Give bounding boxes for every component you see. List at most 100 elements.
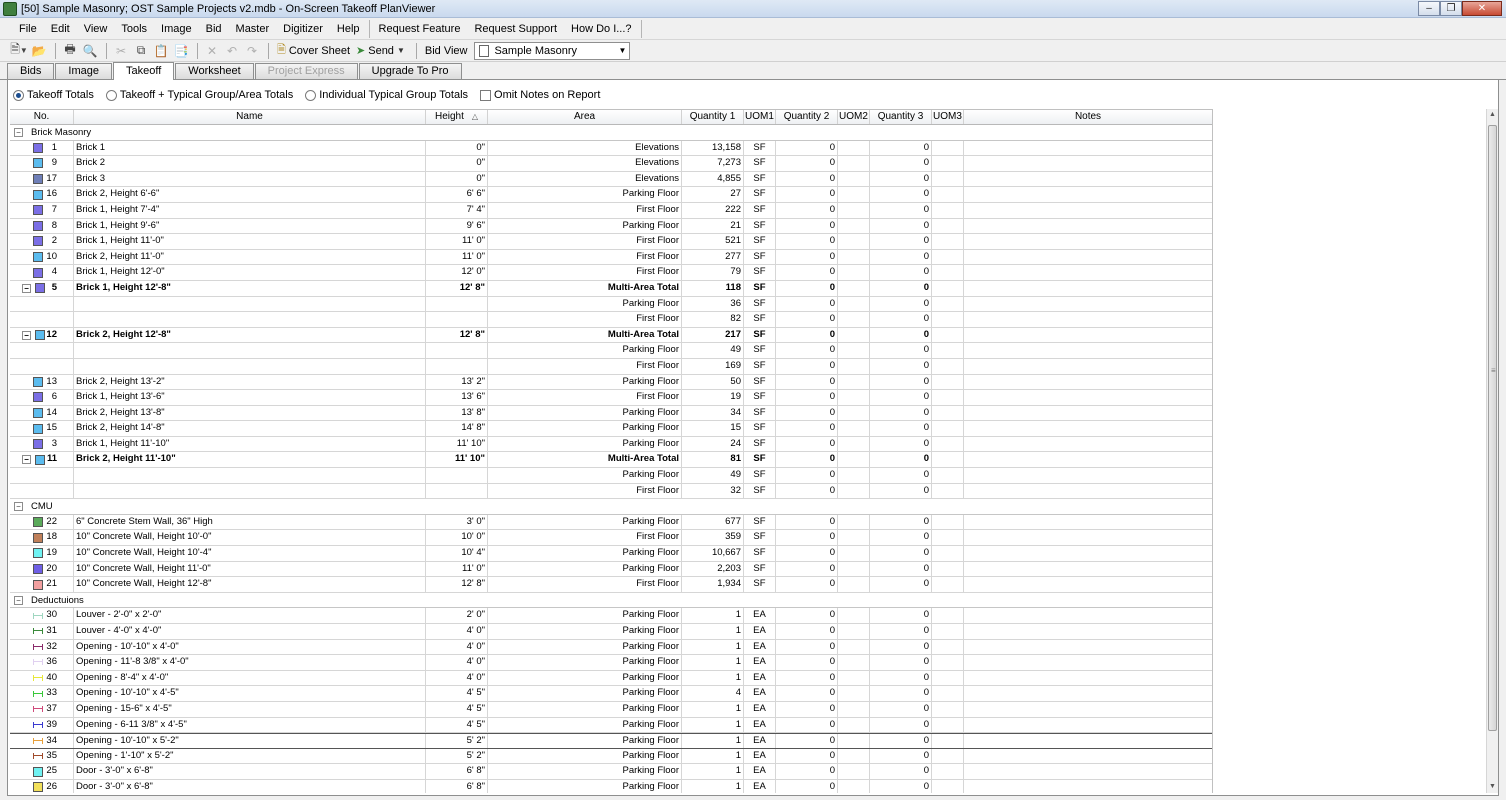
undo-button[interactable]: ↶ [223,42,241,60]
send-button[interactable]: ➤ Send ▼ [353,42,411,60]
collapse-icon[interactable]: − [22,330,31,340]
table-row[interactable]: 32 Opening - 10'-10" x 4'-0" 4' 0" Parking … [10,639,1212,656]
tab-bids[interactable]: Bids [7,63,55,79]
table-row[interactable]: 21 10" Concrete Wall, Height 12'-8" 12' 8"… [10,577,1212,593]
menu-view[interactable]: View [77,19,115,39]
area-subrow[interactable]: First Floor 82 SF 0 0 [10,312,1212,328]
table-row[interactable]: 15 Brick 2, Height 14'-8" 14' 8" Parking Fl… [10,421,1212,437]
menu-master[interactable]: Master [229,19,277,39]
area-subrow[interactable]: First Floor 32 SF 0 0 [10,483,1212,500]
tab-takeoff[interactable]: Takeoff [112,62,175,80]
menu-image[interactable]: Image [154,19,199,39]
paste-button[interactable]: 📋 [152,42,170,60]
col-no[interactable]: No. [10,110,74,124]
how-do-i-link[interactable]: How Do I...? [564,19,639,39]
tab-worksheet[interactable]: Worksheet [175,63,254,79]
col-uom1[interactable]: UOM1 [744,110,776,124]
table-row[interactable]: 20 10" Concrete Wall, Height 11'-0" 11' 0"… [10,561,1212,578]
menu-tools[interactable]: Tools [114,19,154,39]
table-row[interactable]: 2 Brick 1, Height 11'-0" 11' 0" First Floor… [10,234,1212,250]
col-notes[interactable]: Notes [964,110,1212,124]
table-row[interactable]: 7 Brick 1, Height 7'-4" 7' 4" First Floor 22… [10,202,1212,219]
col-quantity-1[interactable]: Quantity 1 [682,110,744,124]
scroll-down-icon[interactable]: ▼ [1487,781,1498,793]
menu-help[interactable]: Help [330,19,367,39]
table-row[interactable]: 33 Opening - 10'-10" x 4'-5" 4' 5" Parking … [10,686,1212,702]
chevron-down-icon[interactable]: ▼ [615,46,629,55]
menu-digitizer[interactable]: Digitizer [276,19,330,39]
col-name[interactable]: Name [74,110,426,124]
col-area[interactable]: Area [488,110,682,124]
menu-file[interactable]: File [12,19,44,39]
table-row[interactable]: 6 Brick 1, Height 13'-6" 13' 6" First Floor… [10,390,1212,406]
group-row[interactable]: − Brick Masonry [10,125,1212,141]
table-row[interactable]: 18 10" Concrete Wall, Height 10'-0" 10' 0"… [10,530,1212,547]
table-row[interactable]: 9 Brick 2 0" Elevations 7,273 SF 0 0 [10,156,1212,172]
table-row[interactable]: 1 Brick 1 0" Elevations 13,158 SF 0 0 [10,140,1212,157]
table-row[interactable]: 40 Opening - 8'-4" x 4'-0" 4' 0" Parking Fl… [10,670,1212,687]
paste-special-button[interactable]: 📑 [172,42,190,60]
scroll-up-icon[interactable]: ▲ [1487,109,1498,121]
table-row[interactable]: 16 Brick 2, Height 6'-6" 6' 6" Parking Floo… [10,187,1212,203]
table-row[interactable]: 14 Brick 2, Height 13'-8" 13' 8" Parking Fl… [10,405,1212,422]
print-button[interactable]: 🖶 [61,42,79,60]
table-row[interactable]: 39 Opening - 6-11 3/8" x 4'-5" 4' 5" Parkin… [10,717,1212,734]
table-row[interactable]: 35 Opening - 1'-10" x 5'-2" 5' 2" Parking F… [10,748,1212,765]
omit-notes-checkbox[interactable]: Omit Notes on Report [480,89,600,101]
table-row[interactable]: 10 Brick 2, Height 11'-0" 11' 0" First Floo… [10,249,1212,266]
takeoff-totals-radio[interactable]: Takeoff Totals [13,89,94,101]
table-row[interactable]: 26 Door - 3'-0" x 6'-8" 6' 8" Parking Floor… [10,779,1212,793]
table-row[interactable]: 13 Brick 2, Height 13'-2" 13' 2" Parking Fl… [10,374,1212,391]
area-subrow[interactable]: First Floor 169 SF 0 0 [10,358,1212,375]
table-row[interactable]: 3 Brick 1, Height 11'-10" 11' 10" Parking F… [10,436,1212,453]
print-preview-button[interactable]: 🔍 [81,42,99,60]
col-height[interactable]: Height △ [426,110,488,124]
bid-view-select[interactable]: Sample Masonry ▼ [474,41,631,60]
collapse-icon[interactable]: − [22,455,31,465]
copy-button[interactable]: ⧉ [132,42,150,60]
area-subrow[interactable]: Parking Floor 49 SF 0 0 [10,343,1212,359]
group-row[interactable]: − Deductuions [10,593,1212,609]
table-row[interactable]: 17 Brick 3 0" Elevations 4,855 SF 0 0 [10,171,1212,188]
table-row[interactable]: − 12 Brick 2, Height 12'-8" 12' 8" Multi-Are… [10,327,1212,344]
takeoff-typical-radio[interactable]: Takeoff + Typical Group/Area Totals [105,89,293,101]
menu-bid[interactable]: Bid [199,19,229,39]
col-uom3[interactable]: UOM3 [932,110,964,124]
delete-button[interactable]: ✕ [203,42,221,60]
col-uom2[interactable]: UOM2 [838,110,870,124]
collapse-icon[interactable]: − [14,502,23,512]
collapse-icon[interactable]: − [22,283,31,293]
table-row[interactable]: 34 Opening - 10'-10" x 5'-2" 5' 2" Parking … [10,733,1212,749]
col-quantity-3[interactable]: Quantity 3 [870,110,932,124]
table-row[interactable]: −5 Brick 1, Height 12'-8" 12' 8" Multi-Area… [10,280,1212,297]
request-support-link[interactable]: Request Support [467,19,564,39]
minimize-icon[interactable]: – [1418,1,1440,16]
col-quantity-2[interactable]: Quantity 2 [776,110,838,124]
cover-sheet-button[interactable]: 🗎 Cover Sheet [274,42,353,60]
open-button[interactable]: 📂 [30,42,48,60]
tab-image[interactable]: Image [55,63,112,79]
redo-button[interactable]: ↷ [243,42,261,60]
tab-upgrade-to-pro[interactable]: Upgrade To Pro [358,63,462,79]
table-row[interactable]: 30 Louver - 2'-0" x 2'-0" 2' 0" Parking Flo… [10,608,1212,624]
table-row[interactable]: − 11 Brick 2, Height 11'-10" 11' 10" Multi-A… [10,452,1212,469]
table-row[interactable]: 37 Opening - 15-6" x 4'-5" 4' 5" Parking Fl… [10,701,1212,718]
collapse-icon[interactable]: − [14,127,23,137]
collapse-icon[interactable]: − [14,595,23,605]
table-row[interactable]: 31 Louver - 4'-0" x 4'-0" 4' 0" Parking Flo… [10,624,1212,640]
table-row[interactable]: 22 6" Concrete Stem Wall, 36" High 3' 0" Pa… [10,514,1212,531]
restore-icon[interactable]: ❐ [1440,1,1462,16]
vertical-scrollbar[interactable]: ▲ ≡ ▼ [1486,109,1498,793]
new-bid-button[interactable]: 🗎 ▼ [10,42,28,60]
area-subrow[interactable]: Parking Floor 36 SF 0 0 [10,296,1212,313]
table-row[interactable]: 4 Brick 1, Height 12'-0" 12' 0" First Floor… [10,265,1212,281]
table-row[interactable]: 25 Door - 3'-0" x 6'-8" 6' 8" Parking Floor… [10,764,1212,780]
table-row[interactable]: 8 Brick 1, Height 9'-6" 9' 6" Parking Floor… [10,218,1212,235]
table-row[interactable]: 36 Opening - 11'-8 3/8" x 4'-0" 4' 0" Parki… [10,655,1212,671]
cut-button[interactable]: ✂ [112,42,130,60]
request-feature-link[interactable]: Request Feature [372,19,468,39]
area-subrow[interactable]: Parking Floor 49 SF 0 0 [10,468,1212,484]
menu-edit[interactable]: Edit [44,19,77,39]
scrollbar-thumb[interactable]: ≡ [1488,125,1497,731]
group-row[interactable]: − CMU [10,499,1212,515]
